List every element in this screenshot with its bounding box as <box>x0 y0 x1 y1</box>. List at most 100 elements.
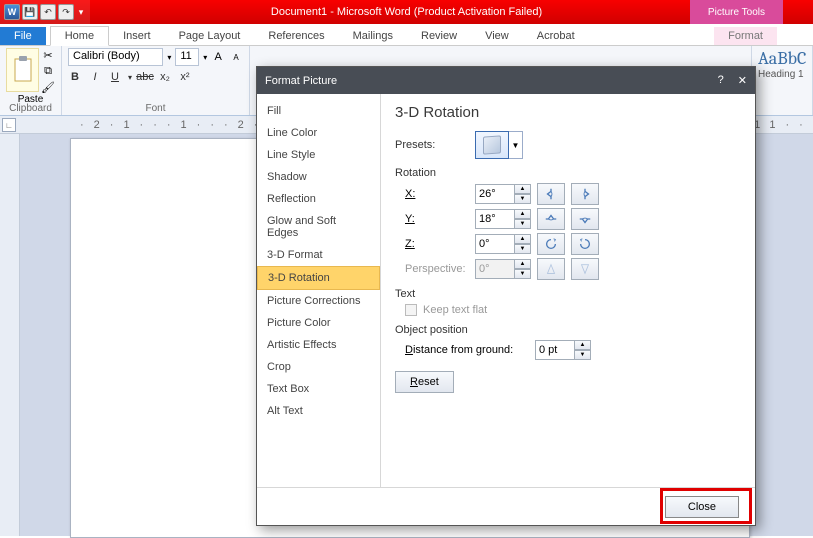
panel-heading: 3-D Rotation <box>395 104 741 121</box>
y-spinner[interactable]: ▲▼ <box>475 209 531 229</box>
copy-icon[interactable]: ⧉ <box>41 64 55 78</box>
tab-references[interactable]: References <box>254 27 338 45</box>
object-position-section-label: Object position <box>395 324 741 336</box>
perspective-input <box>475 259 515 279</box>
perspective-wide-button <box>571 258 599 280</box>
group-font: Calibri (Body) ▾ 11 ▾ A A B I U ▾ abc x₂… <box>62 46 250 115</box>
font-name-dropdown-icon[interactable]: ▾ <box>167 53 171 62</box>
rotate-z-ccw-button[interactable] <box>537 233 565 255</box>
word-icon: W <box>4 4 20 20</box>
paste-button[interactable] <box>6 48 39 92</box>
subscript-button[interactable]: x₂ <box>158 70 172 84</box>
ribbon-tabs: File Home Insert Page Layout References … <box>0 24 813 46</box>
qat-dropdown-icon[interactable]: ▾ <box>76 4 86 20</box>
grow-font-icon[interactable]: A <box>211 50 225 64</box>
undo-icon[interactable]: ↶ <box>40 4 56 20</box>
keep-text-flat-label: Keep text flat <box>423 304 487 316</box>
sidebar-item-reflection[interactable]: Reflection <box>257 188 380 210</box>
z-down-icon[interactable]: ▼ <box>515 244 531 254</box>
distance-label: DDistance from ground:istance from groun… <box>405 344 535 356</box>
presets-button[interactable] <box>475 131 509 159</box>
tab-selector-icon[interactable]: ∟ <box>2 118 16 132</box>
picture-tools-tab-group: Picture Tools <box>690 0 783 24</box>
sidebar-item-text-box[interactable]: Text Box <box>257 378 380 400</box>
rotate-z-cw-button[interactable] <box>571 233 599 255</box>
sidebar-item-3d-format[interactable]: 3-D Format <box>257 244 380 266</box>
dialog-titlebar[interactable]: Format Picture ? ✕ <box>257 67 755 94</box>
sidebar-item-artistic-effects[interactable]: Artistic Effects <box>257 334 380 356</box>
y-up-icon[interactable]: ▲ <box>515 209 531 219</box>
perspective-label: Perspective: <box>405 263 475 275</box>
strikethrough-button[interactable]: abc <box>138 70 152 84</box>
y-input[interactable] <box>475 209 515 229</box>
rotate-y-down-button[interactable] <box>571 208 599 230</box>
group-styles: AaBbC Heading 1 <box>751 46 813 115</box>
tab-page-layout[interactable]: Page Layout <box>165 27 255 45</box>
bold-button[interactable]: B <box>68 70 82 84</box>
sidebar-item-line-color[interactable]: Line Color <box>257 122 380 144</box>
dist-up-icon[interactable]: ▲ <box>575 340 591 350</box>
font-size-combo[interactable]: 11 <box>175 48 199 66</box>
superscript-button[interactable]: x² <box>178 70 192 84</box>
presets-dropdown-icon[interactable]: ▼ <box>509 131 523 159</box>
sidebar-item-fill[interactable]: Fill <box>257 100 380 122</box>
x-label: X: <box>405 188 475 200</box>
tab-format[interactable]: Format <box>714 27 777 45</box>
style-name: Heading 1 <box>758 69 806 80</box>
z-spinner[interactable]: ▲▼ <box>475 234 531 254</box>
sidebar-item-3d-rotation[interactable]: 3-D Rotation <box>257 266 380 290</box>
tab-file[interactable]: File <box>0 27 46 45</box>
sidebar-item-crop[interactable]: Crop <box>257 356 380 378</box>
sidebar-item-picture-color[interactable]: Picture Color <box>257 312 380 334</box>
rotate-y-up-button[interactable] <box>537 208 565 230</box>
underline-dropdown-icon[interactable]: ▾ <box>128 73 132 82</box>
sidebar-item-glow[interactable]: Glow and Soft Edges <box>257 210 380 244</box>
quick-access-toolbar: W 💾 ↶ ↷ ▾ <box>0 0 90 24</box>
tab-acrobat[interactable]: Acrobat <box>523 27 589 45</box>
persp-up-icon: ▲ <box>515 259 531 269</box>
sidebar-item-alt-text[interactable]: Alt Text <box>257 400 380 422</box>
underline-button[interactable]: U <box>108 70 122 84</box>
tab-review[interactable]: Review <box>407 27 471 45</box>
sidebar-item-shadow[interactable]: Shadow <box>257 166 380 188</box>
x-input[interactable] <box>475 184 515 204</box>
help-icon[interactable]: ? <box>718 74 724 87</box>
italic-button[interactable]: I <box>88 70 102 84</box>
vertical-ruler[interactable] <box>0 134 20 536</box>
checkbox-icon <box>405 304 417 316</box>
tab-home[interactable]: Home <box>50 26 109 46</box>
rotate-x-right-button[interactable] <box>571 183 599 205</box>
style-preview[interactable]: AaBbC <box>758 48 806 69</box>
y-down-icon[interactable]: ▼ <box>515 219 531 229</box>
redo-icon[interactable]: ↷ <box>58 4 74 20</box>
rotate-x-left-button[interactable] <box>537 183 565 205</box>
dialog-title: Format Picture <box>265 75 337 87</box>
format-painter-icon[interactable]: 🖌 <box>41 80 55 94</box>
font-size-dropdown-icon[interactable]: ▾ <box>203 53 207 62</box>
z-up-icon[interactable]: ▲ <box>515 234 531 244</box>
persp-down-icon: ▼ <box>515 269 531 279</box>
close-icon[interactable]: ✕ <box>738 74 747 87</box>
sidebar-item-line-style[interactable]: Line Style <box>257 144 380 166</box>
cube-icon <box>483 135 501 154</box>
x-up-icon[interactable]: ▲ <box>515 184 531 194</box>
tab-mailings[interactable]: Mailings <box>339 27 407 45</box>
font-group-label: Font <box>62 103 249 114</box>
distance-spinner[interactable]: ▲▼ <box>535 340 591 360</box>
z-label: Z: <box>405 238 475 250</box>
x-down-icon[interactable]: ▼ <box>515 194 531 204</box>
group-clipboard: ✂ ⧉ 🖌 Paste Clipboard <box>0 46 62 115</box>
save-icon[interactable]: 💾 <box>22 4 38 20</box>
close-button[interactable]: Close <box>665 496 739 518</box>
tab-insert[interactable]: Insert <box>109 27 165 45</box>
distance-input[interactable] <box>535 340 575 360</box>
dist-down-icon[interactable]: ▼ <box>575 350 591 360</box>
sidebar-item-picture-corrections[interactable]: Picture Corrections <box>257 290 380 312</box>
x-spinner[interactable]: ▲▼ <box>475 184 531 204</box>
font-name-combo[interactable]: Calibri (Body) <box>68 48 163 66</box>
z-input[interactable] <box>475 234 515 254</box>
tab-view[interactable]: View <box>471 27 523 45</box>
shrink-font-icon[interactable]: A <box>229 50 243 64</box>
cut-icon[interactable]: ✂ <box>41 48 55 62</box>
reset-button[interactable]: RReseteset <box>395 371 454 393</box>
